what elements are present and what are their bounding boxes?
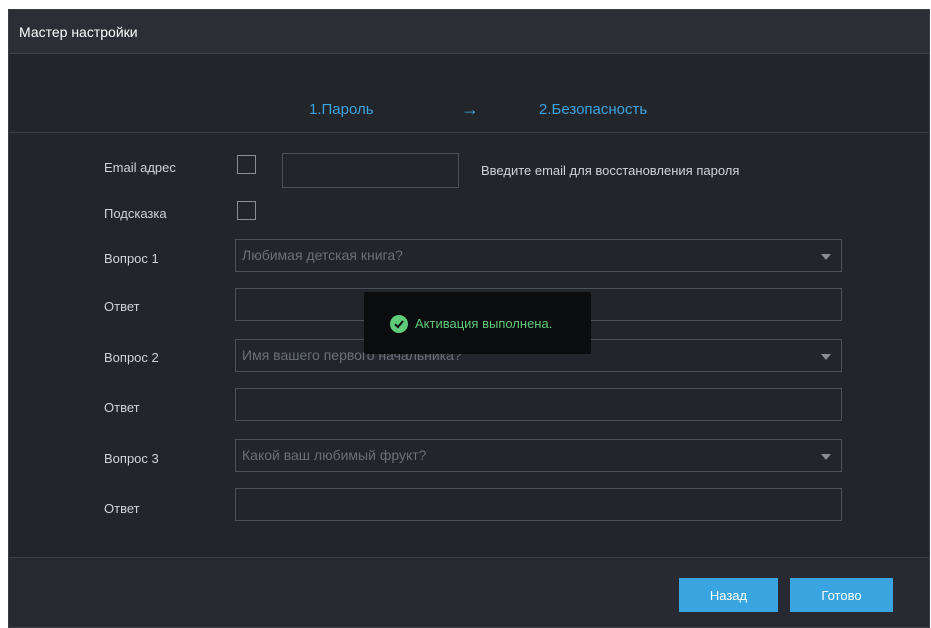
email-input[interactable] <box>282 153 459 188</box>
answer3-input[interactable] <box>235 488 842 521</box>
setup-wizard-dialog: Мастер настройки 1.Пароль → 2.Безопаснос… <box>8 9 930 628</box>
question1-select[interactable]: Любимая детская книга? <box>235 239 842 272</box>
hint-checkbox[interactable] <box>237 201 256 220</box>
back-button[interactable]: Назад <box>679 578 778 612</box>
chevron-down-icon <box>821 454 831 460</box>
answer2-input[interactable] <box>235 388 842 421</box>
email-label: Email адрес <box>104 160 176 175</box>
toast-message: Активация выполнена. <box>415 316 553 331</box>
answer3-label: Ответ <box>104 501 140 516</box>
chevron-down-icon <box>821 254 831 260</box>
chevron-down-icon <box>821 354 831 360</box>
answer2-label: Ответ <box>104 400 140 415</box>
window-title: Мастер настройки <box>9 10 929 54</box>
question3-value: Какой ваш любимый фрукт? <box>242 447 427 463</box>
step-arrow-icon: → <box>461 99 479 119</box>
question1-value: Любимая детская книга? <box>242 247 403 263</box>
question3-label: Вопрос 3 <box>104 451 159 466</box>
step-security: 2.Безопасность <box>539 101 648 118</box>
hint-label: Подсказка <box>104 206 167 221</box>
email-checkbox[interactable] <box>237 155 256 174</box>
question1-label: Вопрос 1 <box>104 251 159 266</box>
step-password: 1.Пароль <box>309 101 374 118</box>
wizard-steps: 1.Пароль → 2.Безопасность <box>9 55 929 133</box>
success-toast: Активация выполнена. <box>364 292 591 354</box>
question3-select[interactable]: Какой ваш любимый фрукт? <box>235 439 842 472</box>
done-button[interactable]: Готово <box>790 578 893 612</box>
answer1-label: Ответ <box>104 299 140 314</box>
email-hint: Введите email для восстановления пароля <box>481 163 740 178</box>
check-circle-icon <box>390 315 408 333</box>
question2-label: Вопрос 2 <box>104 350 159 365</box>
dialog-footer: Назад Готово <box>9 558 929 627</box>
